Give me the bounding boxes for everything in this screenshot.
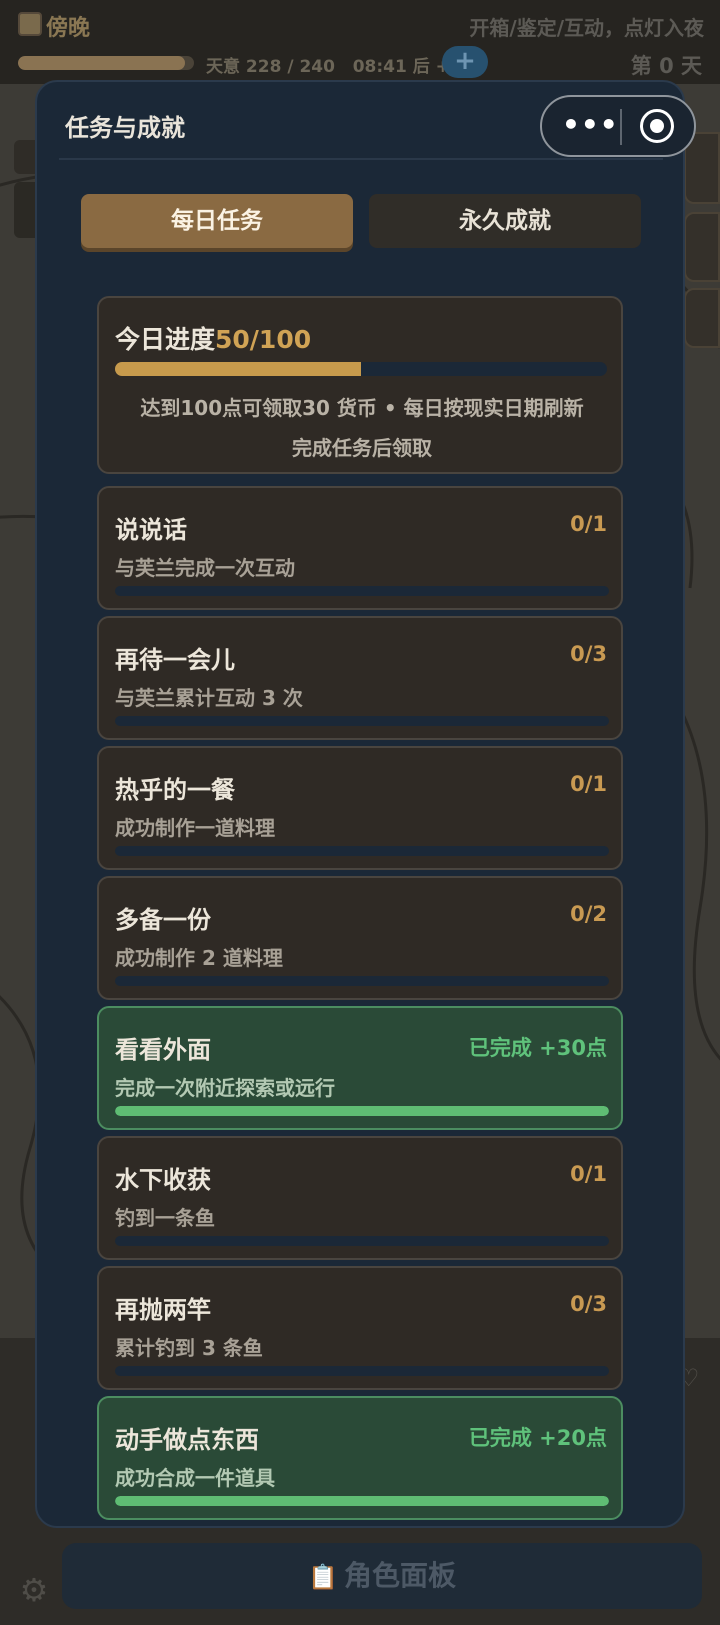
gear-icon[interactable]: ⚙: [14, 1570, 54, 1610]
daily-progress-label: 今日进度: [115, 325, 216, 354]
topbar-hint: 开箱/鉴定/互动，点灯入夜: [469, 16, 704, 40]
right-side-button[interactable]: [684, 212, 720, 282]
task-name: 说说话: [115, 516, 187, 544]
task-progress-bar-fill: [115, 1106, 609, 1116]
top-status-bar: 傍晚 开箱/鉴定/互动，点灯入夜 天意 228 / 240 08:41 后 +1…: [0, 0, 720, 84]
task-progress-bar: [115, 846, 609, 856]
task-description: 成功制作 2 道料理: [115, 946, 283, 970]
daily-progress-claim-hint: 完成任务后领取: [292, 436, 432, 460]
task-progress-count: 0/3: [570, 1292, 607, 1316]
task-card[interactable]: 说说话 0/1 与芙兰完成一次互动: [97, 486, 623, 610]
miniprogram-capsule: •••: [540, 95, 696, 157]
task-card[interactable]: 多备一份 0/2 成功制作 2 道料理: [97, 876, 623, 1000]
daily-progress-card: 今日进度50/100 达到100点可领取30 货币 • 每日按现实日期刷新 完成…: [97, 296, 623, 474]
stamina-value: 天意 228 / 240: [206, 57, 335, 77]
tasks-modal: 任务与成就 每日任务 永久成就 今日进度50/100 达到100点可领取30 货…: [35, 80, 685, 1528]
task-description: 成功合成一件道具: [115, 1466, 275, 1490]
daily-progress-value: 50/100: [215, 325, 312, 354]
task-completed-badge: 已完成 +30点: [468, 1036, 607, 1060]
time-of-day-label: 傍晚: [46, 16, 91, 41]
task-completed-badge: 已完成 +20点: [468, 1426, 607, 1450]
task-progress-bar: [115, 1496, 609, 1506]
task-name: 水下收获: [115, 1166, 211, 1194]
task-name: 动手做点东西: [115, 1426, 259, 1454]
task-name: 多备一份: [115, 906, 211, 934]
role-panel-label: 角色面板: [343, 1559, 456, 1592]
task-name: 看看外面: [115, 1036, 211, 1064]
task-name: 热乎的一餐: [115, 776, 235, 804]
modal-divider: [59, 158, 663, 160]
task-card[interactable]: 水下收获 0/1 钓到一条鱼: [97, 1136, 623, 1260]
task-description: 钓到一条鱼: [115, 1206, 215, 1230]
task-progress-count: 0/3: [570, 642, 607, 666]
daily-progress-reward-text: 达到100点可领取30 货币 • 每日按现实日期刷新: [140, 396, 584, 420]
add-stamina-button[interactable]: +: [442, 46, 488, 78]
daily-progress-bar-fill: [115, 362, 361, 376]
task-progress-bar: [115, 1236, 609, 1246]
modal-title: 任务与成就: [65, 114, 185, 142]
task-progress-bar: [115, 1366, 609, 1376]
task-description: 成功制作一道料理: [115, 816, 275, 840]
target-close-icon[interactable]: [640, 109, 674, 143]
task-progress-count: 0/1: [570, 772, 607, 796]
daily-progress-bar: [115, 362, 607, 376]
task-description: 与芙兰累计互动 3 次: [115, 686, 303, 710]
task-name: 再抛两竿: [115, 1296, 211, 1324]
right-side-button[interactable]: [684, 288, 720, 348]
task-progress-bar-fill: [115, 1496, 609, 1506]
task-card[interactable]: 热乎的一餐 0/1 成功制作一道料理: [97, 746, 623, 870]
stamina-text: 天意 228 / 240 08:41 后 +1: [206, 52, 462, 77]
task-card[interactable]: 看看外面 已完成 +30点完成一次附近探索或远行: [97, 1006, 623, 1130]
tab-bar: 每日任务 永久成就: [81, 194, 641, 248]
stamina-bar: [18, 56, 194, 70]
task-progress-bar: [115, 716, 609, 726]
task-card[interactable]: 再待一会儿 0/3 与芙兰累计互动 3 次: [97, 616, 623, 740]
task-progress-count: 0/1: [570, 512, 607, 536]
task-progress-count: 0/1: [570, 1162, 607, 1186]
task-card[interactable]: 再抛两竿 0/3 累计钓到 3 条鱼: [97, 1266, 623, 1390]
task-progress-bar: [115, 1106, 609, 1116]
task-progress-count: 0/2: [570, 902, 607, 926]
day-counter: 第 0 天: [630, 54, 702, 78]
stamina-bar-fill: [18, 56, 186, 70]
sunset-icon: [18, 12, 42, 36]
role-panel-button[interactable]: 📋 角色面板: [62, 1543, 702, 1609]
tab-daily-tasks[interactable]: 每日任务: [81, 194, 353, 248]
capsule-separator: [620, 109, 622, 145]
more-dots-icon[interactable]: •••: [562, 107, 619, 143]
task-card[interactable]: 动手做点东西 已完成 +20点成功合成一件道具: [97, 1396, 623, 1520]
task-description: 累计钓到 3 条鱼: [115, 1336, 263, 1360]
task-name: 再待一会儿: [115, 646, 235, 674]
task-progress-bar: [115, 976, 609, 986]
task-description: 与芙兰完成一次互动: [115, 556, 295, 580]
task-progress-bar: [115, 586, 609, 596]
task-description: 完成一次附近探索或远行: [115, 1076, 335, 1100]
daily-progress-title: 今日进度50/100: [115, 320, 311, 356]
tab-achievements[interactable]: 永久成就: [369, 194, 641, 248]
clipboard-icon: 📋: [308, 1563, 338, 1591]
